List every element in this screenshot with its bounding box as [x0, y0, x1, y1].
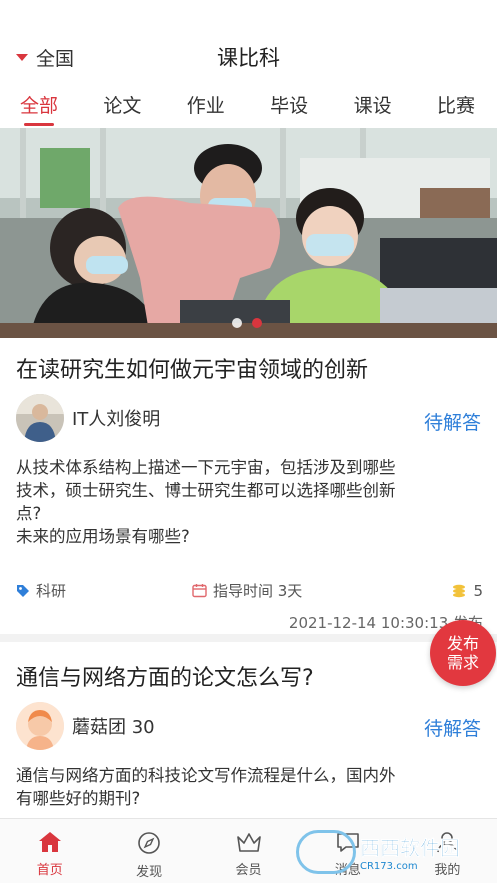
post-author[interactable]: IT人刘俊明 — [16, 394, 160, 442]
fab-label-line1: 发布 — [446, 634, 479, 653]
post-description: 通信与网络方面的科技论文写作流程是什么，国内外 有哪些好的期刊? — [16, 764, 483, 810]
coin-amount: 5 — [473, 581, 483, 600]
description-line: 通信与网络方面的科技论文写作流程是什么，国内外 — [16, 766, 396, 785]
author-name: 蘑菇团 30 — [72, 717, 155, 738]
compass-icon — [138, 832, 160, 854]
fab-label-line2: 需求 — [446, 653, 479, 672]
description-line: 点? — [16, 504, 42, 523]
watermark: 西西软件园 CR173.com — [296, 826, 496, 878]
post-card[interactable]: 通信与网络方面的论文怎么写? 蘑菇团 30 待解答 通信与网络方面的科技论文写作… — [0, 650, 497, 818]
tab-all[interactable]: 全部 — [20, 84, 58, 128]
avatar — [16, 702, 64, 750]
category-tabs: 全部 论文 作业 毕设 课设 比赛 — [0, 84, 497, 128]
post-meta: 科研 指导时间 3天 5 — [16, 580, 483, 601]
avatar — [16, 394, 64, 442]
tabbar-label: 首页 — [36, 863, 63, 878]
tabbar-discover[interactable]: 发现 — [99, 819, 198, 883]
header: 全国 课比科 — [0, 0, 497, 84]
author-name: IT人刘俊明 — [72, 409, 161, 430]
description-line: 未来的应用场景有哪些? — [16, 527, 190, 546]
cartoon-avatar-icon — [16, 702, 64, 750]
tab-course-design[interactable]: 课设 — [354, 84, 392, 128]
home-icon — [38, 832, 61, 852]
watermark-brand: 西西软件园 — [360, 836, 461, 861]
author-photo-icon — [16, 394, 64, 442]
banner-carousel[interactable] — [0, 128, 497, 338]
post-description: 从技术体系结构上描述一下元宇宙，包括涉及到哪些 技术，硕士研究生、博士研究生都可… — [16, 456, 483, 548]
guide-time-label: 指导时间 3天 — [213, 582, 303, 600]
banner-photo — [0, 128, 497, 338]
carousel-indicator — [232, 318, 262, 328]
calendar-icon — [192, 584, 207, 598]
description-line: 有哪些好的期刊? — [16, 789, 141, 808]
coin-stack-icon — [453, 584, 466, 597]
post-card[interactable]: 在读研究生如何做元宇宙领域的创新 IT人刘俊明 待解答 从技术体系结构上描述一下… — [0, 338, 497, 642]
publish-request-button[interactable]: 发布 需求 — [430, 620, 496, 686]
description-line: 技术，硕士研究生、博士研究生都可以选择哪些创新 — [16, 481, 396, 500]
carousel-dot-active[interactable] — [252, 318, 262, 328]
tabbar-label: 会员 — [235, 863, 262, 878]
guide-time: 指导时间 3天 — [192, 580, 451, 601]
app-title: 课比科 — [217, 46, 280, 70]
tab-graduation-project[interactable]: 毕设 — [270, 84, 308, 128]
tabbar-home[interactable]: 首页 — [0, 819, 99, 883]
tabbar-membership[interactable]: 会员 — [199, 819, 298, 883]
tab-competition[interactable]: 比赛 — [437, 84, 475, 128]
watermark-logo-icon — [296, 830, 356, 874]
tab-thesis[interactable]: 论文 — [103, 84, 141, 128]
carousel-dot[interactable] — [232, 318, 242, 328]
crown-icon — [236, 833, 261, 852]
tabbar-label: 发现 — [136, 865, 163, 880]
post-title[interactable]: 在读研究生如何做元宇宙领域的创新 — [16, 352, 368, 384]
tag-icon — [17, 584, 29, 597]
tab-homework[interactable]: 作业 — [187, 84, 225, 128]
reward-coins: 5 — [451, 582, 483, 600]
watermark-url: CR173.com — [360, 861, 418, 872]
description-line: 从技术体系结构上描述一下元宇宙，包括涉及到哪些 — [16, 458, 396, 477]
status-badge: 待解答 — [423, 412, 481, 434]
post-author[interactable]: 蘑菇团 30 — [16, 702, 155, 750]
status-badge: 待解答 — [423, 718, 481, 740]
category-tag: 科研 — [16, 580, 192, 601]
tag-label: 科研 — [36, 582, 67, 600]
post-title[interactable]: 通信与网络方面的论文怎么写? — [16, 660, 314, 692]
